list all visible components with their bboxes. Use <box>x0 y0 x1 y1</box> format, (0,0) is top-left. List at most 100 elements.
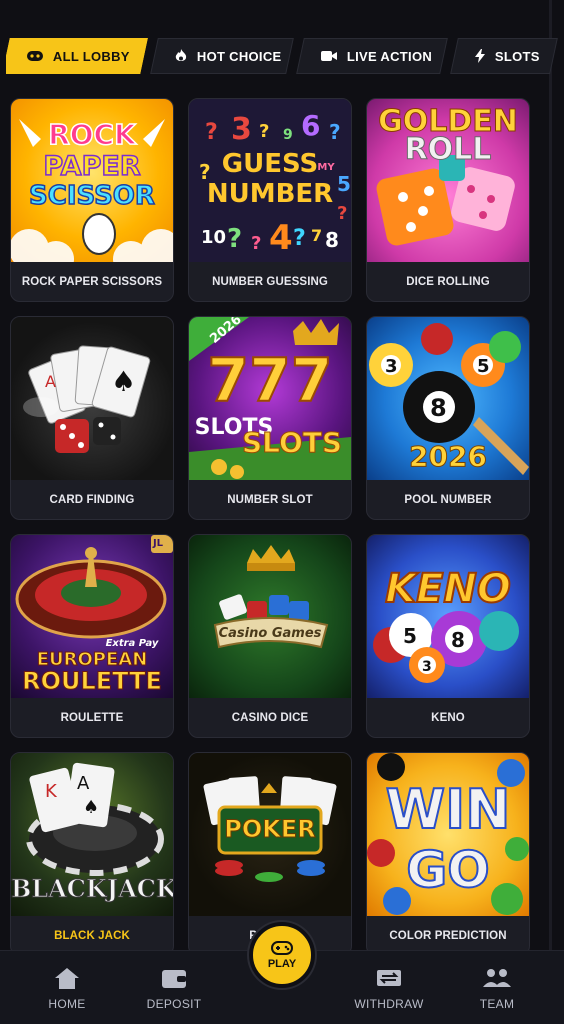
art-text: ROCK <box>47 118 136 151</box>
game-thumbnail: A ♠ <box>11 317 173 480</box>
tab-live-action[interactable]: LIVE ACTION <box>296 38 448 74</box>
game-thumbnail: 5 8 3 KENO <box>367 535 529 698</box>
flame-icon <box>175 48 187 64</box>
tab-slots[interactable]: SLOTS <box>450 38 558 74</box>
nav-withdraw[interactable]: WITHDRAW <box>344 965 434 1011</box>
art-text: MY <box>317 162 335 173</box>
svg-text:9: 9 <box>283 127 293 143</box>
game-title: ROCK PAPER SCISSORS <box>21 275 163 288</box>
art-text: SLOTS <box>241 426 343 459</box>
wallet-icon <box>129 965 219 991</box>
game-card-rock-paper-scissors[interactable]: ROCK PAPER SCISSOR ROCK PAPER SCISSORS <box>10 98 174 302</box>
nav-team[interactable]: TEAM <box>452 965 542 1011</box>
svg-text:?: ? <box>293 226 306 251</box>
game-title: NUMBER GUESSING <box>212 275 328 288</box>
game-art <box>213 545 329 649</box>
svg-text:10: 10 <box>201 227 226 248</box>
svg-text:3: 3 <box>231 112 252 147</box>
game-thumbnail: GOLDEN ROLL <box>367 99 529 262</box>
game-thumbnail: ? 3 ? 9 6 ? ? 5 10 ? ? 4 ? 7 8 ? GUESS N… <box>189 99 351 262</box>
tab-label: LIVE ACTION <box>347 48 433 64</box>
gamepad-icon <box>271 940 293 958</box>
nav-label: HOME <box>48 997 86 1011</box>
art-text: Casino Games <box>218 626 322 641</box>
exchange-icon <box>344 965 434 991</box>
game-thumbnail: POKER <box>189 753 351 916</box>
art-text: Extra Pay <box>105 638 159 649</box>
game-art: 5 8 3 <box>373 611 519 683</box>
art-text: GO <box>405 841 491 899</box>
svg-text:♠: ♠ <box>111 365 136 398</box>
team-icon <box>452 965 542 991</box>
game-thumbnail: Casino Games <box>189 535 351 698</box>
art-text: JL <box>152 538 164 549</box>
nav-deposit[interactable]: DEPOSIT <box>129 965 219 1011</box>
tab-all-lobby[interactable]: ALL LOBBY <box>6 38 148 74</box>
art-text: 777 <box>206 346 333 416</box>
tab-hot-choice[interactable]: HOT CHOICE <box>150 38 294 74</box>
art-text: PAPER <box>43 151 142 182</box>
game-grid: ROCK PAPER SCISSOR ROCK PAPER SCISSORS ?… <box>10 98 530 956</box>
svg-text:8: 8 <box>325 228 339 252</box>
art-text: BLACKJACK <box>11 874 173 903</box>
play-button[interactable]: PLAY <box>249 922 315 988</box>
game-title: NUMBER SLOT <box>227 493 313 506</box>
svg-text:?: ? <box>329 120 341 144</box>
tab-label: SLOTS <box>495 48 540 64</box>
game-card-black-jack[interactable]: K A ♠ BLACKJACK BLACK JACK <box>10 752 174 956</box>
game-card-keno[interactable]: 5 8 3 KENO KENO <box>366 534 530 738</box>
game-card-casino-dice[interactable]: Casino Games CASINO DICE <box>188 534 352 738</box>
tab-label: ALL LOBBY <box>53 48 130 64</box>
art-text: KENO <box>384 566 512 612</box>
tab-label: HOT CHOICE <box>197 48 282 64</box>
home-icon <box>22 965 112 991</box>
nav-label: WITHDRAW <box>354 997 424 1011</box>
art-text: 2026 <box>409 440 488 473</box>
game-title: DICE ROLLING <box>406 275 490 288</box>
game-title: CARD FINDING <box>49 493 135 506</box>
game-thumbnail: ROCK PAPER SCISSOR <box>11 99 173 262</box>
nav-home[interactable]: HOME <box>22 965 112 1011</box>
gamepad-icon <box>27 48 43 64</box>
game-title: KENO <box>431 711 465 724</box>
game-card-card-finding[interactable]: A ♠ CARD FINDING <box>10 316 174 520</box>
svg-text:6: 6 <box>301 109 320 142</box>
game-title: ROULETTE <box>60 711 124 724</box>
nav-label: DEPOSIT <box>146 997 202 1011</box>
svg-text:A: A <box>45 372 56 391</box>
svg-text:K: K <box>45 781 58 802</box>
art-text: WIN <box>385 778 512 841</box>
svg-text:♠: ♠ <box>83 797 99 818</box>
game-card-number-guessing[interactable]: ? 3 ? 9 6 ? ? 5 10 ? ? 4 ? 7 8 ? GUESS N… <box>188 98 352 302</box>
video-camera-icon <box>321 48 337 64</box>
game-card-dice-rolling[interactable]: GOLDEN ROLL DICE ROLLING <box>366 98 530 302</box>
nav-label: TEAM <box>479 997 515 1011</box>
ball-number: 8 <box>451 628 465 652</box>
game-thumbnail: K A ♠ BLACKJACK <box>11 753 173 916</box>
art-text: POKER <box>224 815 316 843</box>
art-text: SCISSOR <box>28 181 155 211</box>
svg-text:?: ? <box>259 121 269 142</box>
ball-number: 8 <box>430 394 447 422</box>
ball-number: 3 <box>422 659 432 675</box>
game-thumbnail: WIN GO <box>367 753 529 916</box>
game-card-roulette[interactable]: JL Extra Pay EUROPEAN ROULETTE ROULETTE <box>10 534 174 738</box>
game-card-pool-number[interactable]: 3 5 8 2026 POOL NUMBER <box>366 316 530 520</box>
play-label: PLAY <box>267 957 297 970</box>
art-text: NUMBER <box>206 179 334 209</box>
game-title: POOL NUMBER <box>404 493 492 506</box>
category-tabs: ALL LOBBY HOT CHOICE LIVE ACTION SLOTS <box>6 38 564 76</box>
game-thumbnail: 2026 777 SLOTS SLOTS <box>189 317 351 480</box>
game-card-color-prediction[interactable]: WIN GO COLOR PREDICTION <box>366 752 530 956</box>
art-text: ROLL <box>404 132 492 167</box>
game-card-number-slot[interactable]: 2026 777 SLOTS SLOTS NUMBER SLOT <box>188 316 352 520</box>
ball-number: 5 <box>403 624 417 648</box>
scroll-edge <box>549 0 552 950</box>
svg-text:?: ? <box>205 120 218 145</box>
game-thumbnail: JL Extra Pay EUROPEAN ROULETTE <box>11 535 173 698</box>
art-text: ROULETTE <box>22 667 163 695</box>
svg-text:?: ? <box>251 233 261 254</box>
svg-text:7: 7 <box>311 226 322 245</box>
svg-text:A: A <box>77 773 90 794</box>
svg-text:?: ? <box>227 224 242 254</box>
